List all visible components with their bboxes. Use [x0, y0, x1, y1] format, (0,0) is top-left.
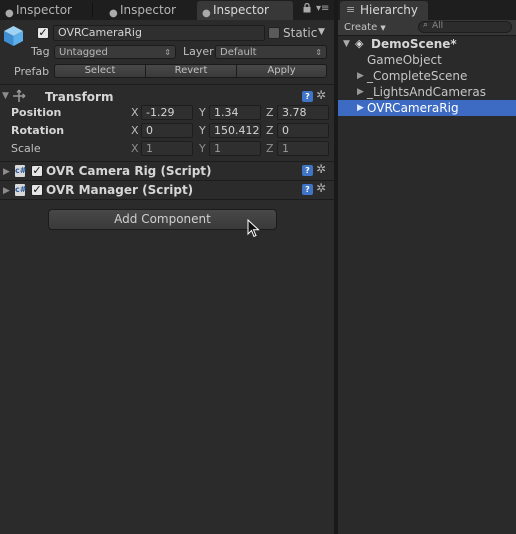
dropdown-arrows-icon: ⇕ [164, 48, 171, 57]
tab-label: Inspector [120, 3, 176, 17]
hierarchy-search-field[interactable]: ⌕ All [418, 20, 512, 33]
axis-x-label[interactable]: X [131, 106, 139, 119]
axis-z-label[interactable]: Z [266, 124, 274, 137]
foldout-arrow-icon[interactable]: ▶ [3, 167, 10, 177]
tag-dropdown[interactable]: Untagged ⇕ [54, 45, 176, 59]
add-component-button[interactable]: Add Component [48, 209, 277, 230]
gameobject-cube-icon [4, 26, 23, 46]
prefab-revert-button[interactable]: Revert [145, 64, 237, 78]
scene-row[interactable]: ▼ ◈ DemoScene* [338, 36, 516, 52]
foldout-arrow-icon[interactable]: ▶ [357, 68, 364, 84]
rotation-x-field[interactable]: 0 [141, 123, 193, 138]
hierarchy-item[interactable]: ▶ _LightsAndCameras [338, 84, 516, 100]
axis-z-label[interactable]: Z [266, 142, 274, 155]
scale-z-field[interactable]: 1 [277, 141, 329, 156]
transform-icon [13, 89, 26, 102]
hierarchy-item-label: OVRCameraRig [367, 101, 459, 115]
help-book-icon[interactable]: ? [302, 165, 313, 176]
position-z-field[interactable]: 3.78 [277, 105, 329, 120]
transform-title: Transform [45, 90, 114, 104]
foldout-arrow-icon[interactable]: ▼ [343, 36, 350, 52]
foldout-arrow-icon[interactable]: ▶ [357, 84, 364, 100]
gear-icon[interactable]: ✲ [316, 88, 326, 102]
hierarchy-item-label: GameObject [367, 53, 442, 67]
scene-name: DemoScene* [371, 37, 457, 51]
tag-value: Untagged [59, 47, 108, 58]
axis-z-label[interactable]: Z [266, 106, 274, 119]
mouse-cursor-icon [247, 219, 260, 238]
tab-inspector-active[interactable]: ● Inspector [197, 1, 293, 20]
tag-label: Tag [31, 45, 50, 58]
axis-y-label[interactable]: Y [199, 106, 206, 119]
prefab-apply-button[interactable]: Apply [236, 64, 327, 78]
foldout-arrow-icon[interactable]: ▶ [357, 100, 364, 116]
separator [0, 161, 334, 162]
component-enabled-checkbox[interactable]: ✓ [31, 165, 43, 177]
unity-scene-icon: ◈ [355, 37, 364, 50]
separator [0, 180, 334, 181]
axis-y-label[interactable]: Y [199, 124, 206, 137]
separator [0, 84, 334, 85]
hierarchy-item[interactable]: ▶ _CompleteScene [338, 68, 516, 84]
layer-value: Default [220, 47, 257, 58]
rotation-z-field[interactable]: 0 [277, 123, 329, 138]
prefab-select-button[interactable]: Select [54, 64, 146, 78]
position-label: Position [11, 106, 62, 119]
separator [0, 199, 334, 200]
static-checkbox[interactable] [268, 27, 280, 39]
object-name-input[interactable]: OVRCameraRig [53, 25, 265, 41]
rotation-label: Rotation [11, 124, 65, 137]
hierarchy-item-label: _CompleteScene [367, 69, 468, 83]
chevron-down-icon: ▼ [380, 24, 386, 32]
script-icon: c# [15, 184, 27, 196]
prefab-label: Prefab [14, 65, 50, 78]
create-label: Create [344, 22, 378, 33]
position-y-field[interactable]: 1.34 [209, 105, 261, 120]
help-book-icon[interactable]: ? [302, 184, 313, 195]
hierarchy-item-label: _LightsAndCameras [367, 85, 486, 99]
dropdown-arrows-icon: ⇕ [315, 48, 322, 57]
scale-x-field[interactable]: 1 [141, 141, 193, 156]
hierarchy-list-icon: ≡ [346, 3, 356, 16]
scale-y-field[interactable]: 1 [209, 141, 261, 156]
lock-icon[interactable] [303, 3, 311, 13]
axis-y-label[interactable]: Y [199, 142, 206, 155]
hierarchy-item[interactable]: GameObject [338, 52, 516, 68]
rotation-y-field[interactable]: 150.412 [209, 123, 261, 138]
tab-separator [92, 3, 93, 17]
component-enabled-checkbox[interactable]: ✓ [31, 184, 43, 196]
hierarchy-tab-strip: ≡ Hierarchy [338, 0, 516, 20]
axis-x-label[interactable]: X [131, 142, 139, 155]
active-checkbox[interactable]: ✓ [37, 27, 49, 39]
transform-foldout-arrow-icon[interactable]: ▼ [2, 91, 9, 101]
tab-label: Hierarchy [360, 3, 419, 17]
help-book-icon[interactable]: ? [302, 91, 313, 102]
script-icon: c# [15, 165, 27, 177]
panel-menu-icon[interactable]: ▾≡ [316, 3, 329, 14]
search-placeholder: All [432, 21, 444, 31]
tab-inspector-1[interactable]: ● Inspector [0, 1, 75, 20]
tab-label: Inspector [16, 3, 72, 17]
scale-label: Scale [11, 142, 41, 155]
tab-hierarchy[interactable]: ≡ Hierarchy [340, 1, 428, 20]
tab-inspector-2[interactable]: ● Inspector [104, 1, 186, 20]
foldout-arrow-icon[interactable]: ▶ [3, 186, 10, 196]
static-label: Static [283, 26, 318, 40]
tab-label: Inspector [213, 3, 269, 17]
create-dropdown[interactable]: Create ▼ [344, 21, 386, 34]
search-icon: ⌕ [423, 20, 429, 30]
layer-dropdown[interactable]: Default ⇕ [215, 45, 327, 59]
position-x-field[interactable]: -1.29 [141, 105, 193, 120]
static-dropdown-arrow-icon[interactable]: ▼ [318, 27, 325, 37]
gear-icon[interactable]: ✲ [316, 181, 326, 195]
axis-x-label[interactable]: X [131, 124, 139, 137]
hierarchy-item-selected[interactable]: ▶ OVRCameraRig [338, 100, 516, 116]
ovr-manager-title: OVR Manager (Script) [46, 183, 194, 197]
ovr-camera-rig-title: OVR Camera Rig (Script) [46, 164, 212, 178]
gear-icon[interactable]: ✲ [316, 162, 326, 176]
layer-label: Layer [183, 45, 214, 58]
